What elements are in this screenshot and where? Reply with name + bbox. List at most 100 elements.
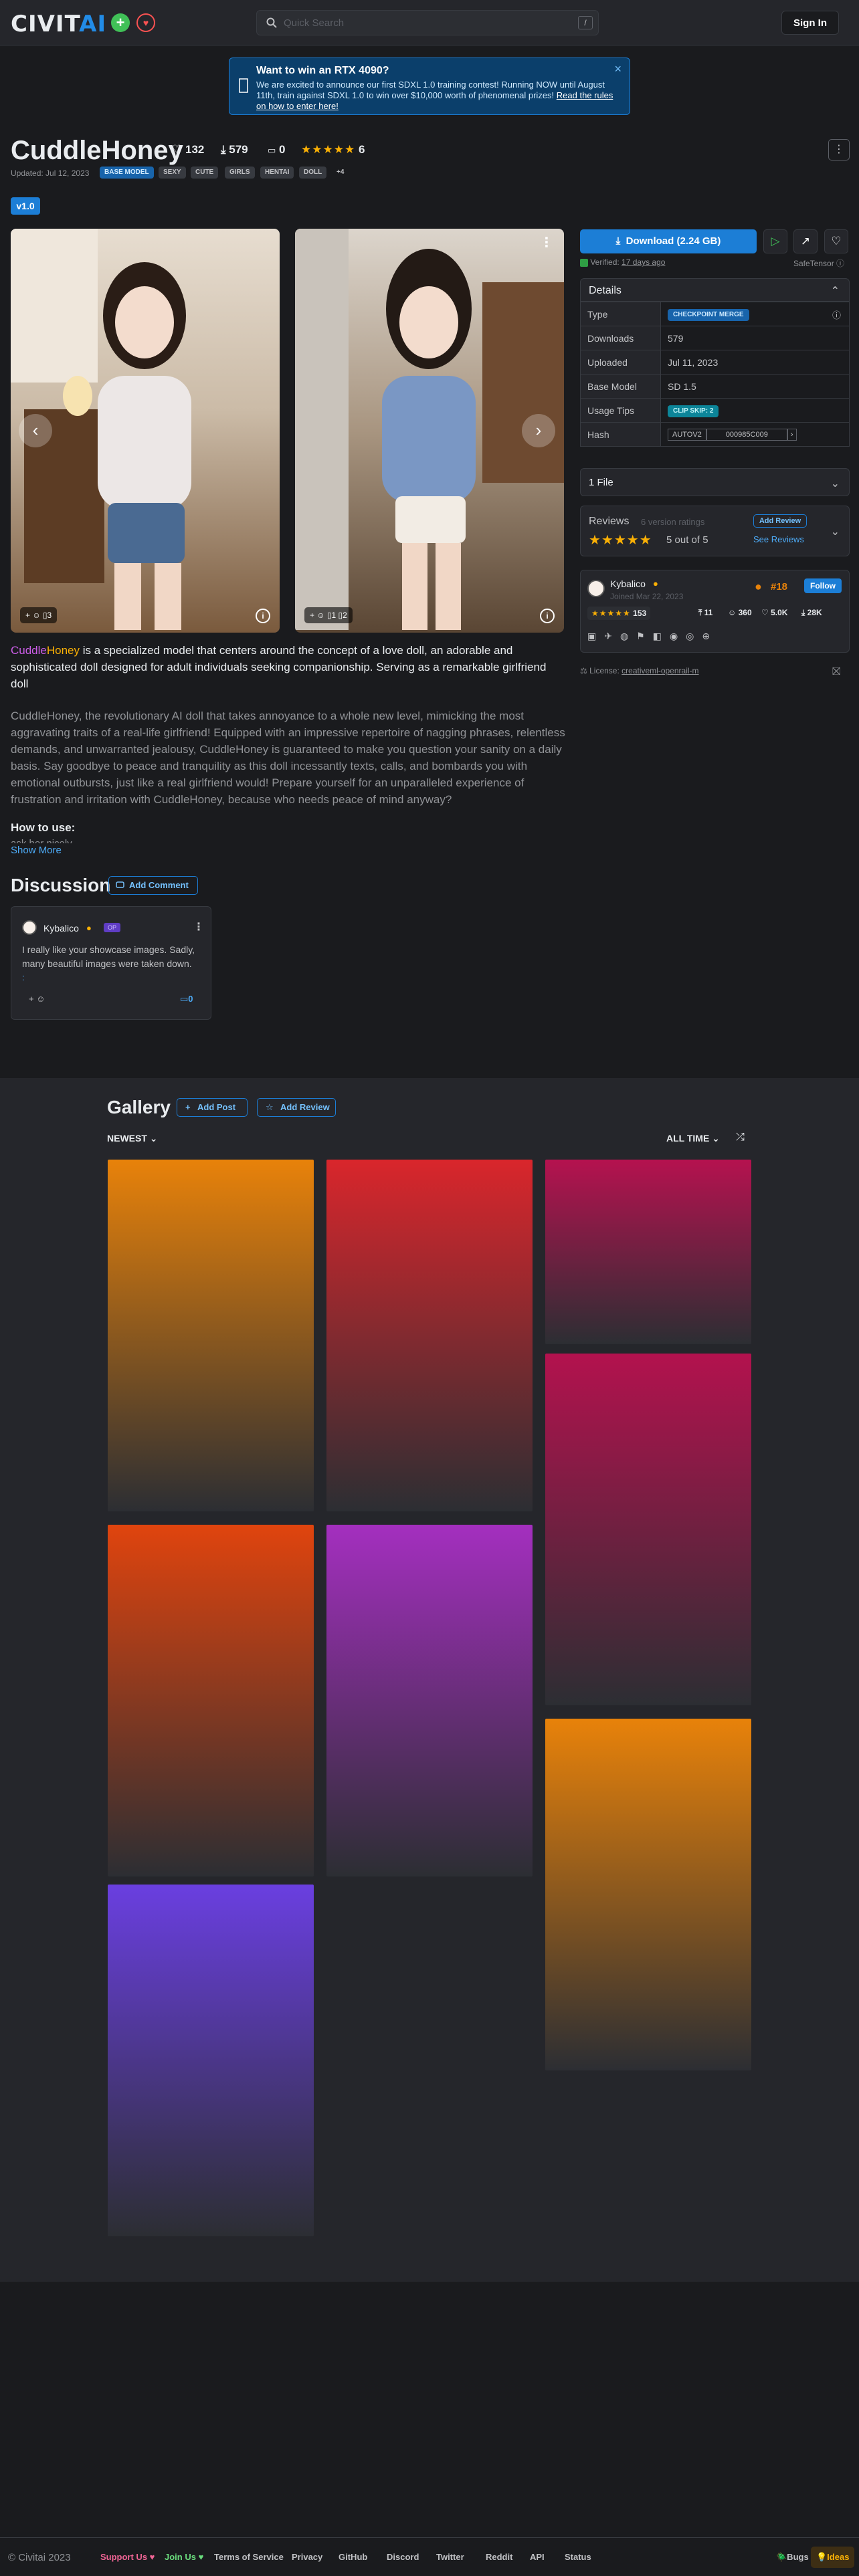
sort-dropdown[interactable]: NEWEST ⌄ (107, 1133, 158, 1144)
avatar[interactable] (587, 580, 605, 597)
reviews-panel: Reviews 6 version ratings ★★★★★ 5 out of… (580, 506, 850, 556)
creator-stat-downloads: ⤓ 28K (801, 608, 822, 617)
favorite-button[interactable]: ♡ (824, 229, 848, 253)
ideas-button[interactable]: 💡Ideas (811, 2547, 855, 2568)
footer: © Civitai 2023 Support Us ♥ Join Us ♥ Te… (0, 2537, 859, 2576)
reply-count[interactable]: ▭0 (180, 994, 193, 1004)
tag[interactable]: HENTAI (260, 167, 294, 179)
info-icon[interactable]: i (256, 609, 270, 623)
search-bar[interactable]: Quick Search / (256, 10, 599, 35)
download-icon: ⤓ (615, 235, 621, 247)
version-tab[interactable]: v1.0 (11, 197, 40, 215)
social-links[interactable]: ▣✈◍⚑◧◉◎⊕ (587, 631, 718, 642)
updated-date: Updated: Jul 12, 2023 (11, 169, 90, 178)
gallery-tile[interactable] (326, 1525, 533, 1876)
share-button[interactable]: ↗ (793, 229, 818, 253)
license-line: ⚖ License: creativeml-openrail-m (580, 666, 699, 675)
gallery-tile[interactable] (108, 1885, 314, 2236)
status-link[interactable]: Status (565, 2552, 591, 2562)
gallery-tile[interactable] (545, 1354, 751, 1705)
creator-name[interactable]: Kybalico (610, 578, 646, 589)
tag[interactable]: CUTE (191, 167, 219, 179)
rating-stat[interactable]: ★★★★★ 6 (301, 143, 365, 156)
sign-in-button[interactable]: Sign In (781, 11, 839, 35)
reaction-bar[interactable]: + ☺ ▯3 (20, 607, 58, 623)
support-link[interactable]: Support Us ♥ (100, 2552, 155, 2562)
more-menu-button[interactable]: ⋮ (828, 139, 850, 160)
comment-text: I really like your showcase images. Sadl… (22, 944, 195, 969)
discussion-title: Discussion (11, 875, 111, 895)
download-icon: ⤓ (221, 143, 226, 156)
download-button[interactable]: ⤓ Download (2.24 GB) (580, 229, 757, 253)
comment-more[interactable]: : (22, 972, 25, 982)
reaction-bar[interactable]: + ☺ ▯1 ▯2 (304, 607, 353, 623)
license-restriction-icon[interactable]: ⛝ (832, 666, 840, 678)
files-accordion[interactable]: 1 File ⌄ (580, 468, 850, 496)
tag-more[interactable]: +4 (332, 167, 349, 179)
add-comment-button[interactable]: Add Comment (108, 876, 198, 895)
hash-type[interactable]: AUTOV2 (668, 429, 706, 441)
reddit-link[interactable]: Reddit (486, 2552, 512, 2562)
privacy-link[interactable]: Privacy (292, 2552, 322, 2562)
creator-panel: Kybalico ● Joined Mar 22, 2023 ● #18 Fol… (580, 570, 850, 653)
add-review-button[interactable]: ☆ Add Review (257, 1098, 336, 1117)
discord-link[interactable]: Discord (387, 2552, 419, 2562)
gallery-tile[interactable] (326, 1160, 533, 1511)
api-link[interactable]: API (530, 2552, 545, 2562)
tag[interactable]: GIRLS (225, 167, 255, 179)
gallery-tile[interactable] (545, 1719, 751, 2070)
tag[interactable]: SEXY (159, 167, 186, 179)
howto-title: How to use: (11, 821, 76, 834)
info-icon[interactable]: ⓘ (832, 308, 841, 321)
create-icon[interactable]: + (111, 13, 130, 32)
add-post-button[interactable]: + Add Post (177, 1098, 248, 1117)
alert-title: Want to win an RTX 4090? (256, 65, 389, 76)
add-reaction-icon[interactable]: + ☺ (29, 994, 45, 1004)
gallery-section: Gallery + Add Post ☆ Add Review NEWEST ⌄ A… (0, 1078, 859, 2282)
medal-icon: ● (86, 923, 92, 933)
chevron-down-icon[interactable]: ⌄ (831, 525, 840, 538)
info-icon[interactable]: i (540, 609, 555, 623)
bugs-button[interactable]: 🪲Bugs (776, 2552, 809, 2563)
creator-rank: #18 (771, 581, 788, 593)
follow-button[interactable]: Follow (804, 578, 842, 593)
twitter-link[interactable]: Twitter (436, 2552, 464, 2562)
review-stars: ★★★★★ (589, 533, 652, 548)
details-header[interactable]: Details ⌃ (580, 278, 850, 302)
rating-stars: ★★★★★ (301, 143, 356, 156)
next-arrow-button[interactable]: › (522, 414, 555, 447)
shuffle-icon[interactable]: ⤮ (736, 1132, 745, 1144)
comment-user[interactable]: Kybalico (43, 923, 79, 934)
prev-arrow-button[interactable]: ‹ (19, 414, 52, 447)
terms-link[interactable]: Terms of Service (214, 2552, 284, 2562)
close-icon[interactable]: × (614, 62, 622, 76)
gallery-tile[interactable] (545, 1160, 751, 1344)
copyright: © Civitai 2023 (8, 2552, 71, 2563)
comment-card: Kybalico ● OP ⋮ I really like your showc… (11, 906, 211, 1020)
license-link[interactable]: creativeml-openrail-m (622, 666, 698, 675)
alert-message: We are excited to announce our first SDX… (256, 80, 613, 111)
more-icon[interactable]: ⋮ (540, 234, 553, 251)
see-reviews-link[interactable]: See Reviews (753, 534, 804, 544)
likes-stat[interactable]: ♡ 132 (172, 143, 204, 156)
tag-base-model[interactable]: BASE MODEL (100, 167, 154, 179)
hash-toggle[interactable]: › (787, 429, 797, 441)
period-dropdown[interactable]: ALL TIME ⌄ (666, 1133, 720, 1144)
add-review-button[interactable]: Add Review (753, 514, 807, 528)
verified-date-link[interactable]: 17 days ago (622, 257, 665, 267)
comment-menu-icon[interactable]: ⋮ (193, 920, 204, 934)
hash-value[interactable]: 000985C009 (706, 429, 787, 441)
gallery-tile[interactable] (108, 1525, 314, 1876)
play-button[interactable]: ▷ (763, 229, 787, 253)
tag[interactable]: DOLL (299, 167, 327, 179)
creator-stat-followers: ☺ 360 (728, 608, 752, 617)
search-input[interactable]: Quick Search (284, 17, 344, 29)
rank-icon: ● (755, 580, 762, 593)
join-link[interactable]: Join Us ♥ (165, 2552, 203, 2562)
show-more-link[interactable]: Show More (11, 845, 62, 856)
gallery-tile[interactable] (108, 1160, 314, 1511)
avatar[interactable] (22, 920, 37, 935)
heart-icon[interactable]: ♥ (136, 13, 155, 32)
github-link[interactable]: GitHub (339, 2552, 367, 2562)
logo[interactable]: CIVITAI (11, 11, 106, 37)
